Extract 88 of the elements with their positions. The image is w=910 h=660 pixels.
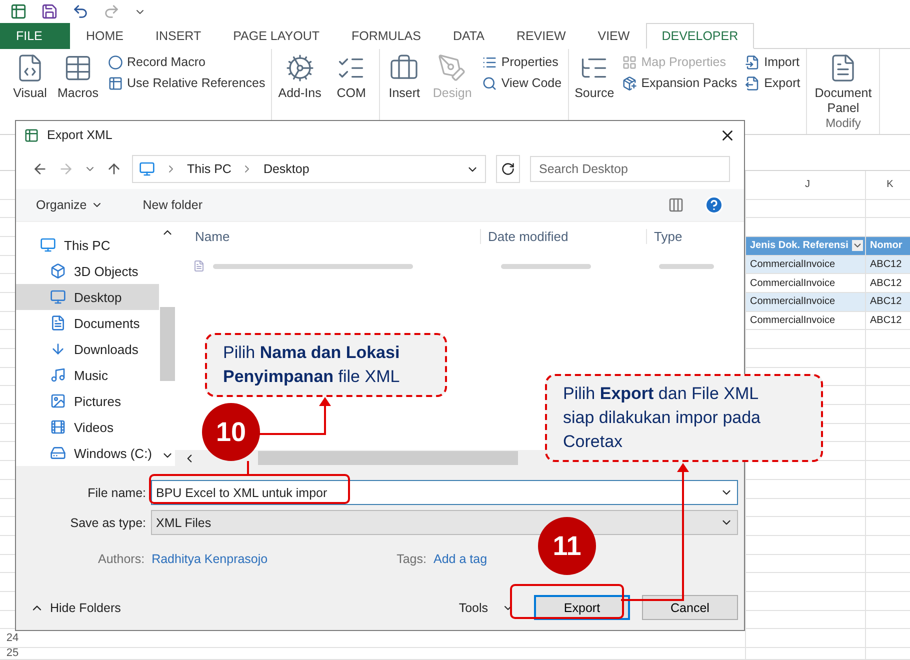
hide-folders-button[interactable]: Hide Folders <box>50 600 121 614</box>
table-cell: ABC12 <box>865 256 910 274</box>
excel-logo-icon <box>10 3 27 20</box>
new-folder-button[interactable]: New folder <box>142 198 202 212</box>
help-icon[interactable] <box>704 195 724 215</box>
ribbon-button[interactable]: Properties <box>482 54 562 70</box>
file-name-field[interactable]: BPU Excel to XML untuk impor <box>151 480 738 505</box>
row-number: 24 <box>6 632 19 644</box>
ribbon-tab[interactable]: DEVELOPER <box>646 23 754 48</box>
ribbon-button[interactable]: Expansion Packs <box>622 76 738 90</box>
nav-item[interactable]: Music <box>16 362 160 388</box>
table-cell: CommercialInvoice <box>745 256 865 274</box>
column-header[interactable]: Name <box>175 228 480 244</box>
callout-note: Pilih Export dan File XML siap dilakukan impor pada Coretax <box>545 374 823 462</box>
breadcrumb-item[interactable]: This PC <box>187 162 232 176</box>
cancel-button[interactable]: Cancel <box>642 595 738 620</box>
ribbon-icon <box>745 76 760 90</box>
export-button[interactable]: Export <box>534 595 630 620</box>
row-number: 25 <box>6 648 19 659</box>
ribbon-button[interactable]: Use Relative References <box>108 76 266 90</box>
field-label: File name: <box>86 486 146 500</box>
up-icon <box>106 161 122 177</box>
nav-item[interactable]: Windows (C:) <box>16 440 160 466</box>
file-icon <box>193 260 205 272</box>
nav-item[interactable]: Desktop <box>16 284 160 310</box>
nav-item[interactable]: Videos <box>16 414 160 440</box>
column-header: K <box>865 170 910 198</box>
ribbon-icon <box>482 54 498 70</box>
connector-arrow <box>259 397 331 435</box>
group-label: Modify <box>824 116 862 132</box>
ribbon-icon <box>482 76 498 90</box>
ribbon-icon <box>622 76 638 90</box>
file-type-select[interactable]: XML Files <box>151 510 738 535</box>
author-link[interactable]: Radhitya Kenprasojo <box>152 552 268 566</box>
address-bar[interactable]: This PC Desktop <box>132 155 486 183</box>
ribbon-icon <box>284 52 315 82</box>
nav-item[interactable]: Downloads <box>16 336 160 362</box>
ribbon-button[interactable]: Export <box>745 76 800 90</box>
tools-button[interactable]: Tools <box>458 600 488 614</box>
table-cell: ABC12 <box>865 292 910 311</box>
column-header[interactable]: Type <box>646 228 744 244</box>
ribbon-button[interactable]: View Code <box>482 76 562 90</box>
view-icon[interactable] <box>668 197 684 213</box>
ribbon-icon <box>437 52 468 82</box>
ribbon-button[interactable]: Record Macro <box>108 54 266 70</box>
ribbon-icon <box>108 76 123 90</box>
nav-item[interactable]: Pictures <box>16 388 160 414</box>
ribbon-icon <box>108 54 123 70</box>
refresh-button[interactable] <box>496 155 520 183</box>
ribbon-icon <box>622 54 638 70</box>
ribbon-button[interactable]: Document Panel <box>813 52 874 116</box>
ribbon-button[interactable]: Source <box>574 52 614 134</box>
ribbon-tab[interactable]: FILE <box>0 23 70 48</box>
breadcrumb-item[interactable]: Desktop <box>263 162 310 176</box>
refresh-icon <box>501 162 515 176</box>
filter-dropdown-icon[interactable] <box>852 240 863 252</box>
organize-button[interactable]: Organize <box>36 198 103 212</box>
ribbon-button[interactable]: Visual <box>12 52 48 134</box>
ribbon-button[interactable]: Import <box>745 54 800 70</box>
window-title: Export XML <box>47 128 112 142</box>
add-tag-link[interactable]: Add a tag <box>434 552 488 566</box>
nav-item[interactable]: Documents <box>16 310 160 336</box>
search-field[interactable]: Search Desktop <box>530 156 730 182</box>
table-header: Jenis Dok. Referensi <box>745 236 865 255</box>
undo-icon <box>72 3 89 20</box>
scrollbar-thumb[interactable] <box>160 307 175 381</box>
excel-logo-icon <box>24 128 39 142</box>
ribbon-icon <box>745 54 760 70</box>
scrollbar-thumb[interactable] <box>258 451 518 465</box>
back-icon <box>32 161 48 177</box>
redo-icon <box>103 3 120 20</box>
connector-line <box>247 461 249 474</box>
table-header: Nomor <box>865 236 910 255</box>
ribbon-button[interactable]: Add-Ins <box>278 52 322 134</box>
ribbon-button[interactable]: Insert <box>386 52 422 134</box>
column-header[interactable]: Date modified <box>480 228 646 244</box>
forward-icon <box>58 161 74 177</box>
field-label: Save as type: <box>69 516 146 530</box>
ribbon-button[interactable]: COM <box>329 52 374 134</box>
field-label: Authors: <box>98 552 145 566</box>
monitor-icon <box>139 161 155 177</box>
monitor-icon <box>40 237 56 253</box>
table-cell: CommercialInvoice <box>745 292 865 311</box>
save-icon <box>41 3 58 20</box>
field-label: Tags: <box>396 552 426 566</box>
callout-note: Pilih Nama dan Lokasi Penyimpanan file XML <box>205 333 447 397</box>
nav-item[interactable]: 3D Objects <box>16 258 160 284</box>
nav-item[interactable]: This PC <box>16 232 160 258</box>
